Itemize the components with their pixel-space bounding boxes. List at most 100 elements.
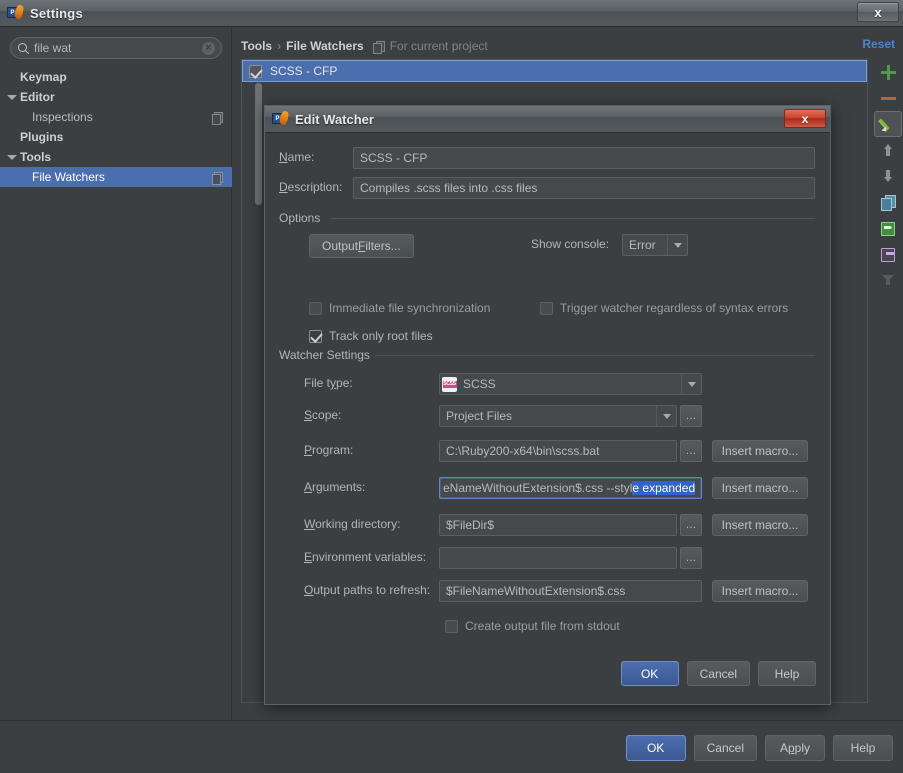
reset-link[interactable]: Reset — [862, 37, 895, 51]
remove-watcher-button[interactable] — [874, 85, 902, 111]
trigger-regardless-checkbox[interactable]: Trigger watcher regardless of syntax err… — [540, 301, 788, 315]
create-output-stdout-checkbox[interactable]: Create output file from stdout — [445, 619, 620, 633]
clear-icon[interactable]: × — [202, 42, 215, 55]
breadcrumb-current: File Watchers — [286, 39, 364, 53]
program-insert-macro-button[interactable]: Insert macro... — [712, 440, 808, 462]
sidebar-item-label: Editor — [20, 87, 224, 107]
search-input[interactable]: file wat × — [10, 37, 222, 59]
sidebar-item-label: File Watchers — [32, 167, 212, 187]
track-root-label: Track only root files — [329, 329, 433, 343]
scope-select[interactable]: Project Files — [439, 405, 677, 427]
move-up-button[interactable] — [874, 137, 902, 163]
output-paths-insert-macro-button[interactable]: Insert macro... — [712, 580, 808, 602]
filter-button[interactable] — [874, 267, 902, 293]
apply-label-mnemonic: p — [788, 741, 795, 755]
output-filters-before: Output — [322, 239, 358, 253]
sidebar-item-label: Tools — [20, 147, 224, 167]
watchers-scrollbar[interactable] — [255, 83, 262, 703]
working-directory-browse-button[interactable]: … — [680, 514, 702, 536]
search-input-value: file wat — [34, 41, 202, 55]
cancel-button[interactable]: Cancel — [694, 735, 757, 761]
pencil-icon — [880, 116, 896, 132]
watcher-settings-group-title: Watcher Settings — [279, 348, 370, 362]
sidebar-item-label: Inspections — [32, 107, 212, 127]
sidebar-item-plugins[interactable]: Plugins — [0, 127, 232, 147]
apply-button[interactable]: Apply — [765, 735, 825, 761]
settings-tree: Keymap Editor Inspections Plugins Tools — [0, 67, 232, 187]
immediate-sync-label: Immediate file synchronization — [329, 301, 490, 315]
chevron-down-icon[interactable] — [6, 151, 18, 163]
help-button[interactable]: Help — [833, 735, 893, 761]
sidebar-item-inspections[interactable]: Inspections — [0, 107, 232, 127]
file-type-label: File type: — [304, 376, 353, 390]
program-browse-button[interactable]: … — [680, 440, 702, 462]
sidebar-item-file-watchers[interactable]: File Watchers — [0, 167, 232, 187]
arrow-up-icon — [880, 142, 896, 158]
ok-button[interactable]: OK — [626, 735, 686, 761]
arguments-insert-macro-button[interactable]: Insert macro... — [712, 477, 808, 499]
arrow-down-icon — [880, 168, 896, 184]
sidebar-item-tools[interactable]: Tools — [0, 147, 232, 167]
output-filters-mnemonic: F — [358, 239, 365, 253]
options-group-title: Options — [279, 211, 320, 225]
project-scope-icon — [373, 40, 385, 52]
sidebar-item-keymap[interactable]: Keymap — [0, 67, 232, 87]
dialog-ok-button[interactable]: OK — [621, 661, 679, 686]
description-field-value: Compiles .scss files into .css files — [360, 181, 537, 195]
window-close-button[interactable]: x — [857, 2, 899, 22]
scope-value: Project Files — [440, 409, 656, 423]
create-output-stdout-label: Create output file from stdout — [465, 619, 620, 633]
edit-watcher-dialog: P Edit Watcher x Name: SCSS - CFP Descri… — [264, 105, 831, 705]
name-field[interactable]: SCSS - CFP — [353, 147, 815, 169]
working-directory-insert-macro-button[interactable]: Insert macro... — [712, 514, 808, 536]
breadcrumb-scope-note: For current project — [390, 39, 488, 53]
arguments-field-value: eNameWithoutExtension$.css --styl — [443, 481, 632, 495]
output-paths-label: Output paths to refresh: — [304, 583, 430, 597]
export-button[interactable] — [874, 241, 902, 267]
sidebar-item-label: Keymap — [20, 67, 224, 87]
working-directory-label: Working directory: — [304, 517, 400, 531]
checkbox-box — [309, 330, 322, 343]
chevron-down-icon[interactable] — [656, 406, 676, 426]
description-field[interactable]: Compiles .scss files into .css files — [353, 177, 815, 199]
checkbox-box — [445, 620, 458, 633]
output-filters-after: ilters... — [365, 239, 400, 253]
immediate-sync-checkbox[interactable]: Immediate file synchronization — [309, 301, 490, 315]
scope-browse-button[interactable]: … — [680, 405, 702, 427]
file-type-select[interactable]: SCSS — [439, 373, 702, 395]
apply-label-before: A — [780, 741, 788, 755]
environment-variables-browse-button[interactable]: … — [680, 547, 702, 569]
watcher-enabled-checkbox[interactable] — [249, 65, 262, 78]
environment-variables-field[interactable] — [439, 547, 677, 569]
arguments-field[interactable]: eNameWithoutExtension$.css --style expan… — [439, 477, 702, 499]
dialog-close-button[interactable]: x — [784, 109, 826, 128]
sidebar-item-editor[interactable]: Editor — [0, 87, 232, 107]
breadcrumb-root[interactable]: Tools — [241, 39, 272, 53]
import-button[interactable] — [874, 215, 902, 241]
name-label: Name: — [279, 150, 314, 164]
export-icon — [880, 246, 896, 262]
scrollbar-thumb[interactable] — [255, 83, 262, 205]
window-title: Settings — [30, 6, 83, 21]
track-root-checkbox[interactable]: Track only root files — [309, 329, 433, 343]
chevron-down-icon[interactable] — [681, 374, 701, 394]
show-console-select[interactable]: Error — [622, 234, 688, 256]
working-directory-field-value: $FileDir$ — [446, 518, 494, 532]
watcher-list-item[interactable]: SCSS - CFP — [242, 60, 867, 82]
add-watcher-button[interactable] — [874, 59, 902, 85]
dialog-titlebar: P Edit Watcher x — [265, 106, 830, 133]
program-field[interactable]: C:\Ruby200-x64\bin\scss.bat — [439, 440, 677, 462]
description-label: Description: — [279, 180, 342, 194]
dialog-help-button[interactable]: Help — [758, 661, 816, 686]
project-scope-icon — [212, 171, 224, 183]
watcher-name-label: SCSS - CFP — [270, 64, 337, 78]
move-down-button[interactable] — [874, 163, 902, 189]
edit-watcher-button[interactable] — [874, 111, 902, 137]
copy-watcher-button[interactable] — [874, 189, 902, 215]
working-directory-field[interactable]: $FileDir$ — [439, 514, 677, 536]
chevron-down-icon[interactable] — [667, 235, 687, 255]
chevron-down-icon[interactable] — [6, 91, 18, 103]
output-paths-field[interactable]: $FileNameWithoutExtension$.css — [439, 580, 702, 602]
output-filters-button[interactable]: Output Filters... — [309, 234, 414, 258]
dialog-cancel-button[interactable]: Cancel — [687, 661, 750, 686]
